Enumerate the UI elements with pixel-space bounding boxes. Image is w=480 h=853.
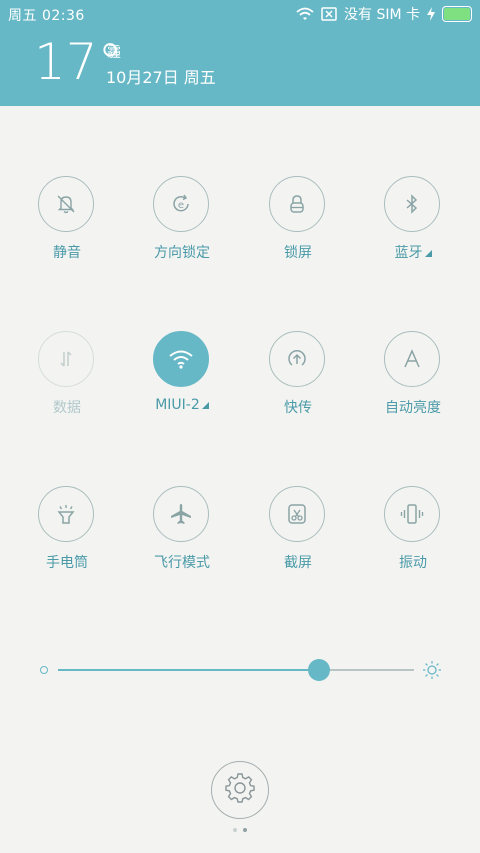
lock-icon	[269, 176, 325, 232]
page-indicator	[233, 828, 247, 832]
toggle-label: 方向锁定	[154, 245, 210, 261]
expand-triangle-icon	[201, 402, 209, 409]
mobile-data-icon	[38, 331, 94, 387]
toggle-label: 截屏	[284, 555, 312, 571]
toggle-mobile-data[interactable]: 数据	[9, 331, 125, 431]
toggle-label: 蓝牙	[355, 242, 471, 262]
settings-button[interactable]	[211, 761, 269, 819]
toggle-screenshot[interactable]: 截屏	[240, 486, 356, 586]
toggle-label: MIUI-2	[124, 397, 240, 413]
toggle-vibrate[interactable]: 振动	[355, 486, 471, 586]
toggle-airplane-mode[interactable]: 飞行模式	[124, 486, 240, 586]
charging-icon	[427, 7, 435, 21]
toggle-auto-brightness[interactable]: 自动亮度	[355, 331, 471, 431]
slider-thumb[interactable]	[308, 659, 330, 681]
toggle-label: 自动亮度	[385, 400, 441, 416]
brightness-slider[interactable]	[36, 658, 446, 682]
auto-brightness-icon	[384, 331, 440, 387]
toggle-mute[interactable]: 静音	[9, 176, 125, 276]
toggle-label: 数据	[53, 400, 81, 416]
bluetooth-icon	[384, 176, 440, 232]
toggle-label: 振动	[399, 555, 427, 571]
vibrate-icon	[384, 486, 440, 542]
quick-transfer-icon	[269, 331, 325, 387]
toggle-label: 飞行模式	[154, 555, 210, 571]
screenshot-icon	[269, 486, 325, 542]
toggle-label: 锁屏	[284, 245, 312, 261]
date-label: 10月27日 周五	[106, 68, 216, 87]
flashlight-icon	[38, 486, 94, 542]
toggle-label: 静音	[53, 245, 81, 261]
rotation-lock-icon: e	[153, 176, 209, 232]
slider-track	[328, 669, 414, 671]
toggle-bluetooth[interactable]: 蓝牙	[355, 176, 471, 276]
wifi-signal-icon	[296, 7, 314, 21]
weather-condition: 霾	[107, 45, 121, 61]
status-bar: 周五 02:36 没有 SIM 卡	[0, 0, 480, 28]
toggle-label: 手电筒	[46, 555, 88, 571]
brightness-min-icon	[40, 666, 48, 674]
toggle-lock-screen[interactable]: 锁屏	[240, 176, 356, 276]
mute-bell-icon	[38, 176, 94, 232]
svg-text:e: e	[178, 200, 184, 211]
airplane-icon	[153, 486, 209, 542]
page-dot-active	[243, 828, 247, 832]
slider-track-filled	[58, 669, 328, 671]
toggle-wifi[interactable]: MIUI-2	[124, 331, 240, 431]
toggle-label: 快传	[284, 400, 312, 416]
toggle-quick-transfer[interactable]: 快传	[240, 331, 356, 431]
wifi-icon	[153, 331, 209, 387]
brightness-max-icon	[422, 660, 442, 684]
weather-header: 周五 02:36 没有 SIM 卡 17° 霾 10月27日 周五	[0, 0, 480, 106]
toggle-flashlight[interactable]: 手电筒	[9, 486, 125, 586]
page-dot	[233, 828, 237, 832]
status-icons: 没有 SIM 卡	[296, 4, 472, 24]
no-sim-icon	[321, 7, 337, 21]
expand-triangle-icon	[424, 250, 432, 257]
battery-icon	[442, 6, 472, 22]
no-sim-text: 没有 SIM 卡	[344, 7, 420, 23]
toggle-rotation-lock[interactable]: e 方向锁定	[124, 176, 240, 276]
gear-icon	[224, 772, 256, 808]
status-time: 周五 02:36	[8, 8, 85, 24]
